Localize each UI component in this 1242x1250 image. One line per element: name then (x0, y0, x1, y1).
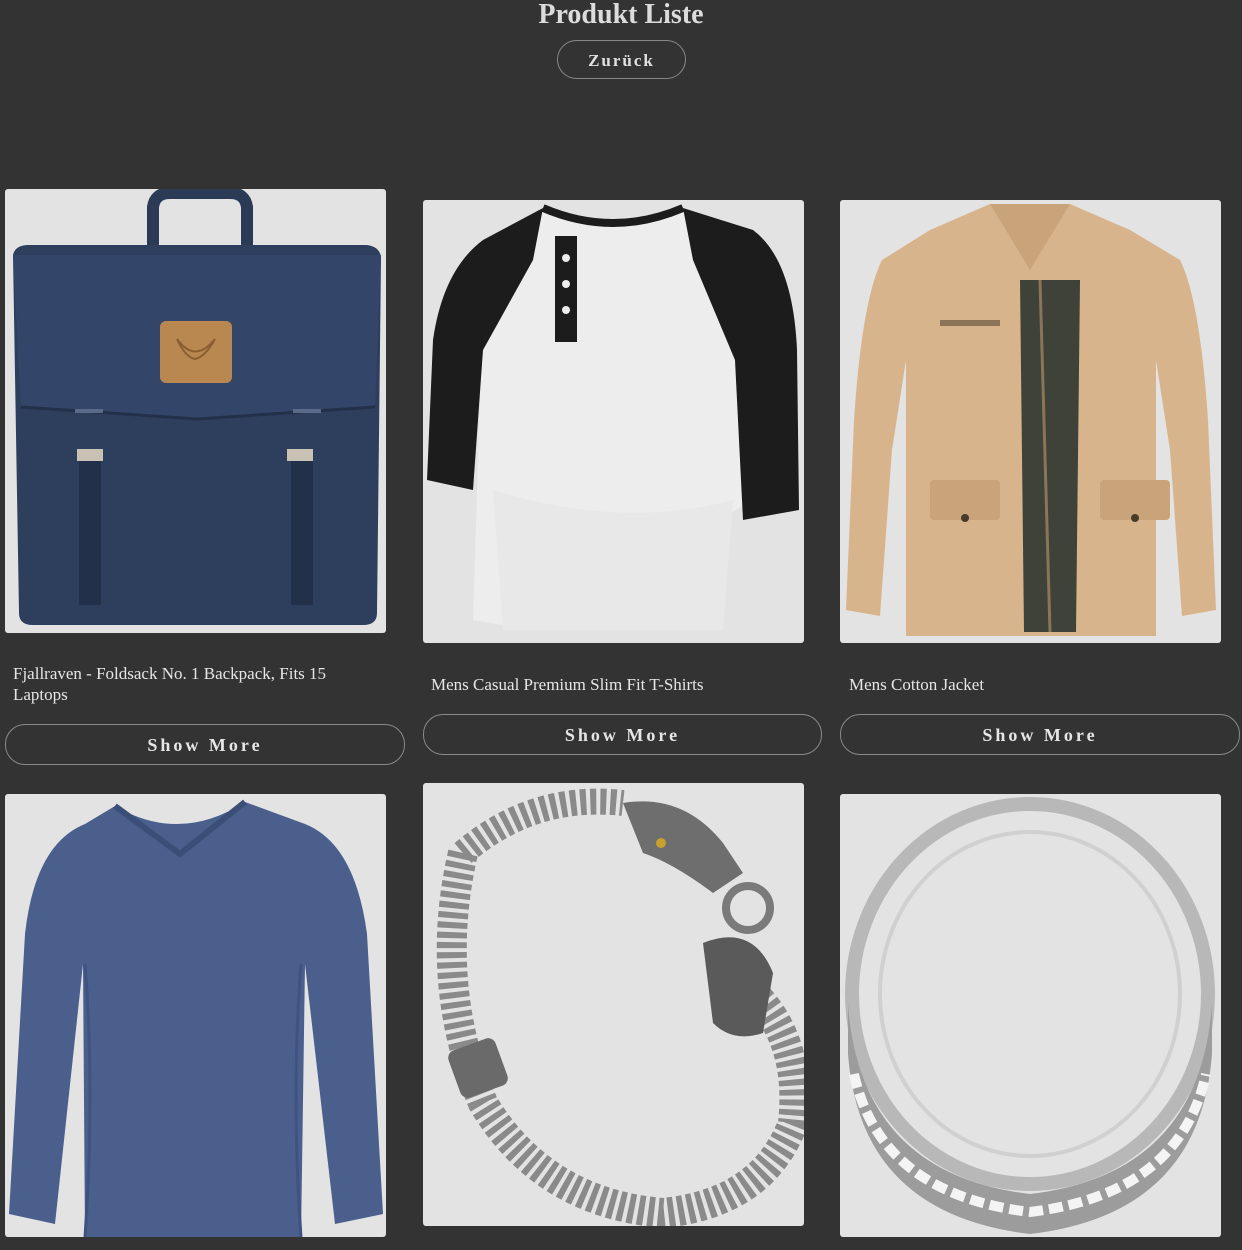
product-image-backpack[interactable] (5, 189, 386, 633)
product-image-raglan-shirt[interactable] (423, 200, 804, 643)
back-button[interactable]: Zurück (557, 40, 686, 79)
longsleeve-shirt-illustration (9, 799, 383, 1237)
show-more-button[interactable]: Show More (423, 714, 822, 755)
show-more-button[interactable]: Show More (840, 714, 1240, 755)
product-title: Fjallraven - Foldsack No. 1 Backpack, Fi… (13, 664, 327, 704)
ring-illustration (845, 797, 1215, 1234)
product-title: Mens Casual Premium Slim Fit T-Shirts (431, 675, 704, 694)
product-image-jacket[interactable] (840, 200, 1221, 643)
backpack-illustration (13, 189, 381, 625)
jacket-illustration (846, 204, 1216, 636)
product-title: Mens Cotton Jacket (849, 675, 985, 694)
product-image-longsleeve-shirt[interactable] (5, 794, 386, 1237)
bracelet-illustration (436, 788, 804, 1226)
page-title: Produkt Liste (538, 0, 704, 30)
product-image-bracelet[interactable] (423, 783, 804, 1226)
product-image-ring[interactable] (840, 794, 1221, 1237)
show-more-button[interactable]: Show More (5, 724, 405, 765)
raglan-shirt-illustration (427, 204, 799, 630)
